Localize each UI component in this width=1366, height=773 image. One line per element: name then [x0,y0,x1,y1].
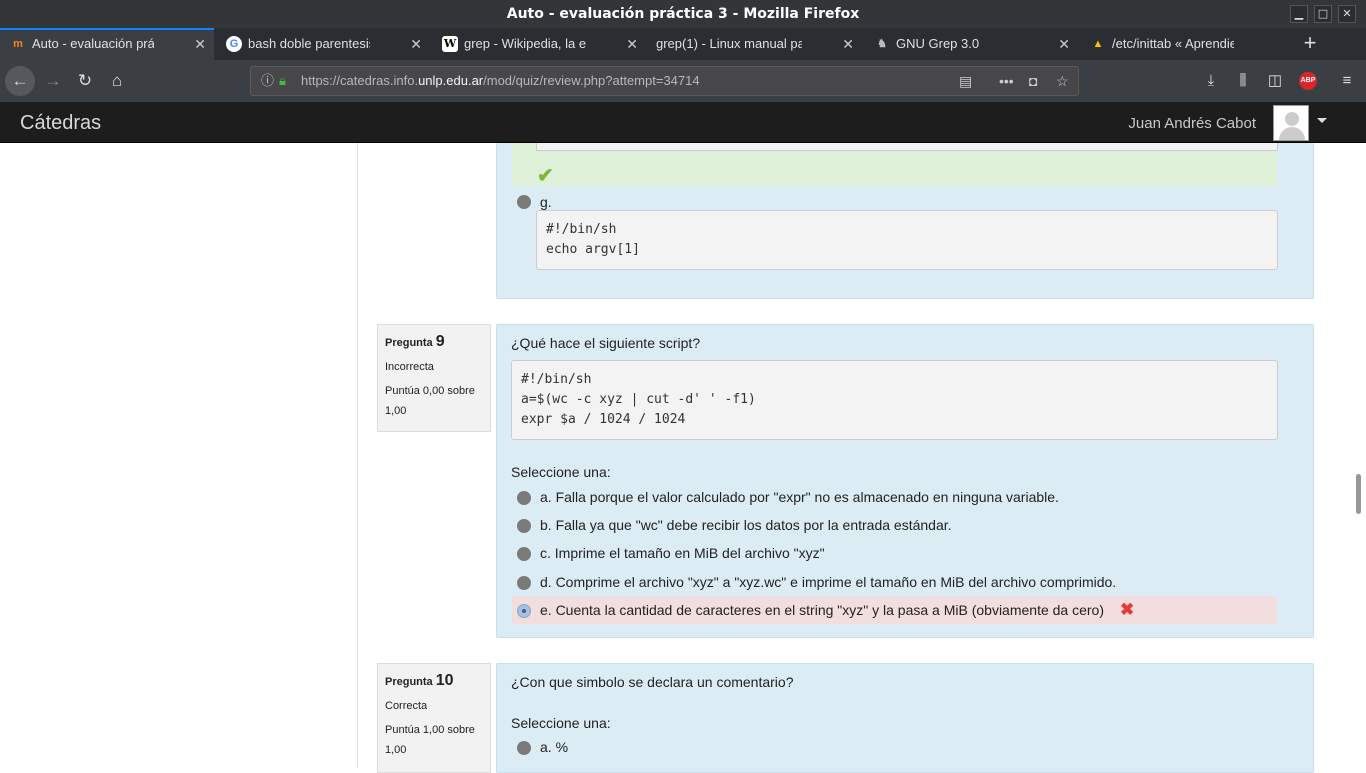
question-10-text: ¿Con que simbolo se declara un comentari… [511,674,794,690]
close-tab-icon[interactable]: ✕ [842,28,854,60]
tab-grep-wikipedia[interactable]: W grep - Wikipedia, la enciclop ✕ [432,28,646,60]
maximize-button[interactable]: □ [1314,5,1332,23]
question-9-number: Pregunta 9 [385,333,445,350]
tab-label: grep - Wikipedia, la enciclop [464,36,586,51]
option-g-code: #!/bin/sh echo argv[1] [536,210,1278,270]
radio-option-d[interactable] [517,576,531,590]
tab-auto-evaluacion[interactable]: m Auto - evaluación práctica 3 ✕ [0,28,214,60]
option-g-label: g. [540,194,552,210]
bookmark-star-icon[interactable]: ☆ [1056,67,1069,95]
question-10-info: Pregunta 10 Correcta Puntúa 1,00 sobre 1… [377,663,491,773]
url-domain: unlp.edu.ar [418,73,484,88]
option-b-label: b. Falla ya que "wc" debe recibir los da… [540,517,952,533]
option-c-label: c. Imprime el tamaño en MiB del archivo … [540,545,825,561]
q10-option-a-label: a. % [540,739,569,755]
google-icon: G [226,36,242,52]
radio-option-e-selected[interactable] [517,604,531,618]
url-bar[interactable]: ⓘ 🔒︎ https://catedras.info.unlp.edu.ar/m… [250,66,1079,96]
window-title: Auto - evaluación práctica 3 - Mozilla F… [506,6,860,22]
gnu-icon: ♞ [877,38,887,50]
question-10-state: Correcta [385,700,428,712]
navigation-toolbar: ← → ↻ ⌂ ⓘ 🔒︎ https://catedras.info.unlp.… [0,60,1366,102]
question-9-text: ¿Qué hace el siguiente script? [511,335,701,351]
tux-icon: ▲ [1092,38,1104,50]
back-button[interactable]: ← [5,66,35,96]
question-9-code: #!/bin/sh a=$(wc -c xyz | cut -d' ' -f1)… [511,360,1278,440]
radio-option-a[interactable] [517,491,531,505]
library-icon[interactable]: ⫼ [1230,66,1256,96]
reload-button[interactable]: ↻ [70,66,100,96]
reader-view-icon[interactable]: ▤ [959,67,972,95]
tab-gnu-grep[interactable]: ♞ GNU Grep 3.0 ✕ [864,28,1078,60]
close-tab-icon[interactable]: ✕ [1058,28,1070,60]
tab-label: GNU Grep 3.0 [896,36,980,51]
sidebar-icon[interactable]: ◫ [1262,66,1288,96]
moodle-icon: m [13,38,23,50]
wikipedia-icon: W [442,36,458,52]
correct-check-icon: ✔ [537,165,554,187]
pocket-icon[interactable]: ◘ [1029,67,1037,95]
radio-option-c[interactable] [517,547,531,561]
tab-etc-inittab[interactable]: ▲ /etc/inittab « Aprendiendo A [1080,28,1294,60]
option-a-label: a. Falla porque el valor calculado por "… [540,489,1059,505]
user-menu-caret-icon[interactable] [1317,118,1327,123]
tab-label: /etc/inittab « Aprendiendo A [1112,36,1234,51]
site-header: Cátedras Juan Andrés Cabot [0,102,1366,143]
tab-bar: m Auto - evaluación práctica 3 ✕ G bash … [0,28,1366,60]
question-9-info: Pregunta 9 Incorrecta Puntúa 0,00 sobre … [377,324,491,432]
minimize-button[interactable]: ▁ [1290,5,1308,23]
radio-option-g[interactable] [517,195,531,209]
site-brand[interactable]: Cátedras [20,102,101,144]
downloads-icon[interactable]: ⤓ [1198,66,1224,96]
tab-label: grep(1) - Linux manual page [656,36,802,51]
question-10-prompt: Seleccione una: [511,715,611,731]
tab-bash-doble[interactable]: G bash doble parentesis - Bus ✕ [216,28,430,60]
option-d-label: d. Comprime el archivo "xyz" a "xyz.wc" … [540,574,1117,590]
radio-option-b[interactable] [517,519,531,533]
avatar[interactable] [1273,105,1309,141]
question-10-score: Puntúa 1,00 sobre 1,00 [385,724,475,756]
close-tab-icon[interactable]: ✕ [410,28,422,60]
incorrect-cross-icon: ✖ [1120,600,1135,619]
page-actions-icon[interactable]: ••• [999,67,1014,95]
url-path: /mod/quiz/review.php?attempt=34714 [483,73,700,88]
home-button[interactable]: ⌂ [102,66,132,96]
info-icon[interactable]: ⓘ [261,67,274,95]
forward-button[interactable]: → [38,66,68,96]
close-window-button[interactable]: ✕ [1338,5,1356,23]
radio-q10-option-a[interactable] [517,741,531,755]
tab-label: Auto - evaluación práctica 3 [32,36,154,51]
code-block-fragment [536,143,1278,151]
option-e-label: e. Cuenta la cantidad de caracteres en e… [540,602,1105,618]
close-tab-icon[interactable]: ✕ [194,30,206,58]
lock-icon: 🔒︎ [279,73,286,88]
question-9-prompt: Seleccione una: [511,464,611,480]
user-name[interactable]: Juan Andrés Cabot [1128,102,1256,145]
menu-icon[interactable]: ≡ [1334,66,1360,96]
window-titlebar: Auto - evaluación práctica 3 - Mozilla F… [0,0,1366,28]
tab-grep-manual[interactable]: grep(1) - Linux manual page ✕ [648,28,862,60]
question-9-score: Puntúa 0,00 sobre 1,00 [385,385,475,417]
question-10-number: Pregunta 10 [385,672,454,689]
question-9-state: Incorrecta [385,361,434,373]
tab-label: bash doble parentesis - Bus [248,36,370,51]
close-tab-icon[interactable]: ✕ [626,28,638,60]
new-tab-button[interactable]: + [1298,28,1322,60]
page-scrollbar[interactable] [1356,474,1361,514]
url-prefix: https://catedras.info. [301,73,419,88]
column-divider [357,143,358,768]
adblock-plus-icon[interactable]: ABP [1299,72,1317,90]
